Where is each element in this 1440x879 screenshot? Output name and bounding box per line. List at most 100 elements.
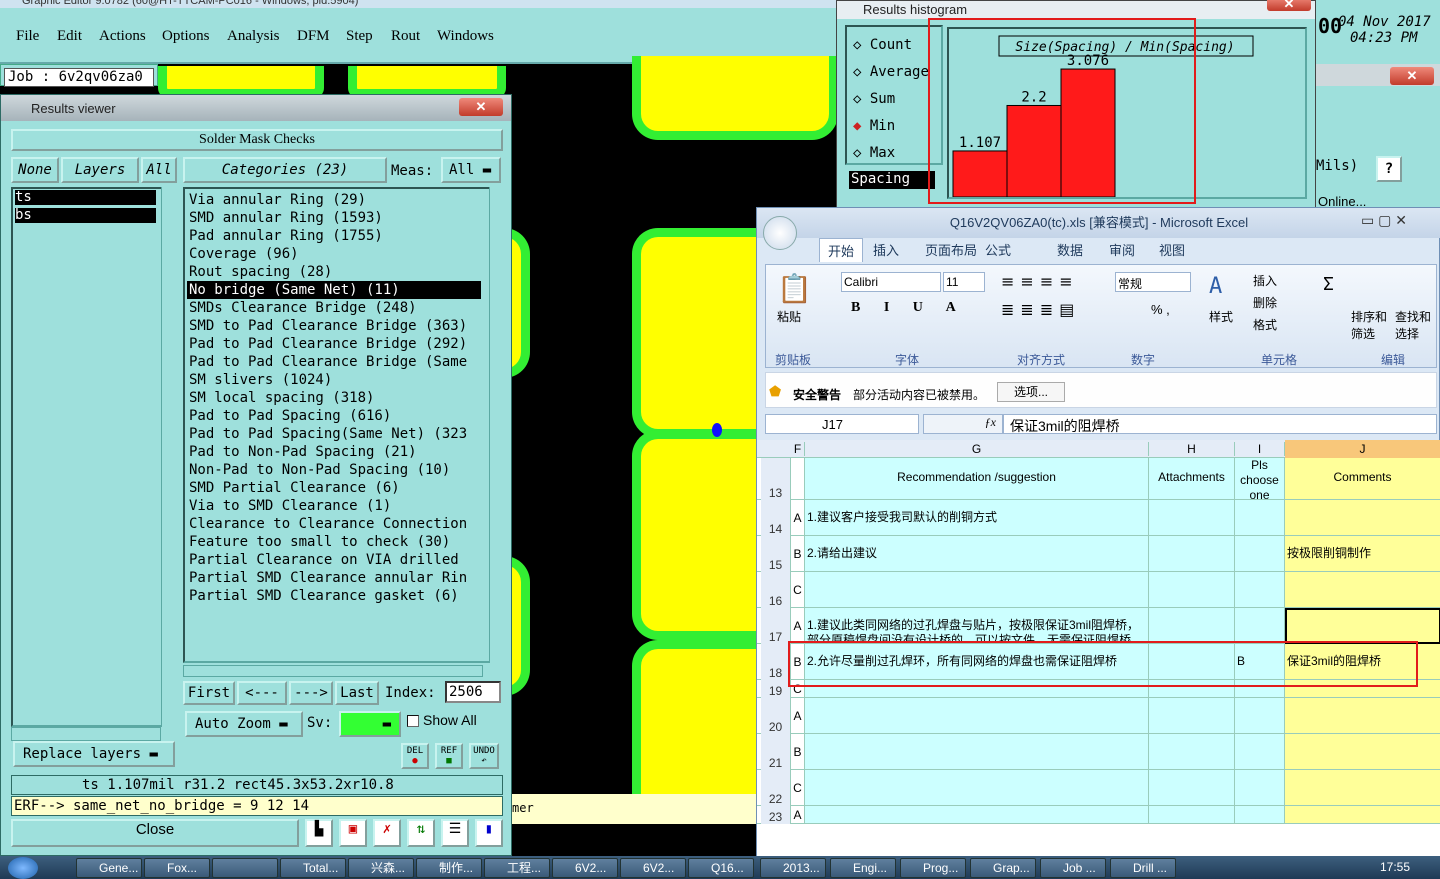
name-box[interactable]: J17 (765, 414, 919, 434)
category-item[interactable]: Partial Clearance on VIA drilled (187, 551, 481, 569)
taskbar-item[interactable]: Prog... (900, 858, 966, 878)
find-label[interactable]: 查找和 选择 (1395, 308, 1435, 342)
row-header[interactable]: 22 (761, 770, 791, 806)
ribbon-tab[interactable]: 页面布局 (925, 240, 977, 259)
row-header[interactable]: 20 (761, 698, 791, 734)
job-field[interactable]: Job : 6v2qv06za0 (4, 68, 154, 87)
row-header[interactable]: 17 (761, 608, 791, 644)
delete-label[interactable]: 删除 (1253, 294, 1277, 311)
layer-hscrollbar[interactable] (11, 727, 161, 741)
category-item[interactable]: Pad to Non-Pad Spacing (21) (187, 443, 481, 461)
column-header[interactable]: I (1235, 442, 1285, 456)
close-icon[interactable]: ✕ (459, 98, 503, 116)
ribbon-tab[interactable]: 视图 (1159, 240, 1185, 259)
ribbon-tab[interactable]: 开始 (819, 238, 864, 262)
cell-j[interactable] (1285, 500, 1440, 536)
help-button[interactable]: ? (1376, 156, 1402, 182)
category-item[interactable]: SMD Partial Clearance (6) (187, 479, 481, 497)
cell-f[interactable]: A (791, 806, 805, 824)
cell-i[interactable] (1235, 698, 1285, 734)
format-label[interactable]: 格式 (1253, 316, 1277, 333)
menu-file[interactable]: File (16, 28, 39, 45)
taskbar-item[interactable]: 兴森... (348, 858, 414, 878)
cell-h[interactable]: Attachments (1149, 458, 1235, 500)
category-item[interactable]: Pad to Pad Clearance Bridge (Same (187, 353, 481, 371)
cell-f[interactable]: C (791, 770, 805, 806)
paste-icon[interactable]: 📋 (777, 272, 812, 305)
category-item[interactable]: Partial SMD Clearance gasket (6) (187, 587, 481, 605)
number-format-input[interactable]: 常规 (1115, 272, 1191, 292)
cell-g[interactable]: Recommendation /suggestion (805, 458, 1149, 500)
report-tool-icon[interactable]: ▣ (339, 819, 367, 847)
cell-g[interactable]: 1.建议客户接受我司默认的削铜方式 (805, 500, 1149, 536)
list-tool-icon[interactable]: ☰ (441, 819, 469, 847)
cell-h[interactable] (1149, 770, 1235, 806)
cell-f[interactable] (791, 458, 805, 500)
all-button[interactable]: All (141, 157, 177, 183)
cell-g[interactable] (805, 770, 1149, 806)
taskbar-item[interactable]: Total... (280, 858, 346, 878)
cell-h[interactable] (1149, 500, 1235, 536)
row-header[interactable]: 16 (761, 572, 791, 608)
align-icons[interactable]: ≣≣≣▤ (1001, 300, 1080, 319)
sv-color-dropdown[interactable]: ▬ (339, 711, 401, 737)
cell-h[interactable] (1149, 734, 1235, 770)
taskbar-item[interactable]: Gene... (76, 858, 142, 878)
cell-i[interactable] (1235, 500, 1285, 536)
ref-button[interactable]: REF ■ (435, 743, 463, 769)
delete-button[interactable]: DEL ● (401, 743, 429, 769)
show-all-checkbox[interactable] (407, 715, 419, 727)
ribbon-tab[interactable]: 插入 (873, 240, 899, 259)
close-button[interactable]: Close (11, 819, 299, 847)
taskbar-item[interactable]: Q16... (688, 858, 754, 878)
ribbon-tab[interactable]: 数据 (1057, 240, 1083, 259)
cell-i[interactable] (1235, 806, 1285, 824)
close-icon[interactable]: ✕ (1267, 0, 1311, 11)
sort-label[interactable]: 排序和 筛选 (1351, 308, 1391, 342)
cell-f[interactable]: C (791, 572, 805, 608)
sum-icon[interactable]: Σ (1323, 274, 1334, 295)
cell-h[interactable] (1149, 698, 1235, 734)
menu-edit[interactable]: Edit (57, 28, 82, 45)
taskbar-item[interactable] (212, 858, 278, 878)
paste-label[interactable]: 粘贴 (777, 308, 801, 325)
column-header[interactable]: J (1285, 440, 1440, 458)
cell-g[interactable] (805, 698, 1149, 734)
chart-tool-icon[interactable]: ▙ (305, 819, 333, 847)
style-icon[interactable]: A (1209, 274, 1222, 299)
spacing-field[interactable]: Spacing (849, 171, 935, 189)
cell-f[interactable]: A (791, 608, 805, 644)
cell-g[interactable] (805, 734, 1149, 770)
start-button[interactable] (8, 857, 38, 879)
category-item[interactable]: Via to SMD Clearance (1) (187, 497, 481, 515)
menu-actions[interactable]: Actions (99, 28, 146, 45)
taskbar-item[interactable]: Engi... (830, 858, 896, 878)
taskbar-item[interactable]: Fox... (144, 858, 210, 878)
menu-step[interactable]: Step (346, 28, 373, 45)
category-hscrollbar[interactable] (183, 665, 483, 677)
insert-label[interactable]: 插入 (1253, 272, 1277, 289)
percent-icon[interactable]: % , (1151, 302, 1170, 317)
cell-j[interactable] (1285, 806, 1440, 824)
none-button[interactable]: None (11, 157, 59, 183)
font-name-input[interactable]: Calibri (841, 272, 941, 292)
index-input[interactable]: 2506 (445, 681, 501, 703)
max-radio[interactable]: ◇ Max (853, 145, 895, 161)
category-item[interactable]: SMD to Pad Clearance Bridge (363) (187, 317, 481, 335)
taskbar-item[interactable]: 2013... (760, 858, 826, 878)
category-item[interactable]: Pad to Pad Spacing(Same Net) (323 (187, 425, 481, 443)
align-icons[interactable]: ≡≡≡≡ (1001, 272, 1079, 291)
layer-scrollbar[interactable] (161, 187, 179, 727)
cell-j[interactable]: 按极限削铜制作 (1285, 536, 1440, 572)
row-header[interactable]: 18 (761, 644, 791, 680)
cell-j[interactable]: Comments (1285, 458, 1440, 500)
average-radio[interactable]: ◇ Average (853, 64, 929, 80)
sum-radio[interactable]: ◇ Sum (853, 91, 895, 107)
cell-j[interactable] (1285, 608, 1440, 644)
category-scrollbar[interactable] (489, 187, 501, 663)
sort-tool-icon[interactable]: ⇅ (407, 819, 435, 847)
meas-dropdown[interactable]: All ▬ (441, 157, 501, 183)
layer-item[interactable]: ts (15, 190, 156, 205)
cell-h[interactable] (1149, 536, 1235, 572)
category-item[interactable]: Pad annular Ring (1755) (187, 227, 481, 245)
